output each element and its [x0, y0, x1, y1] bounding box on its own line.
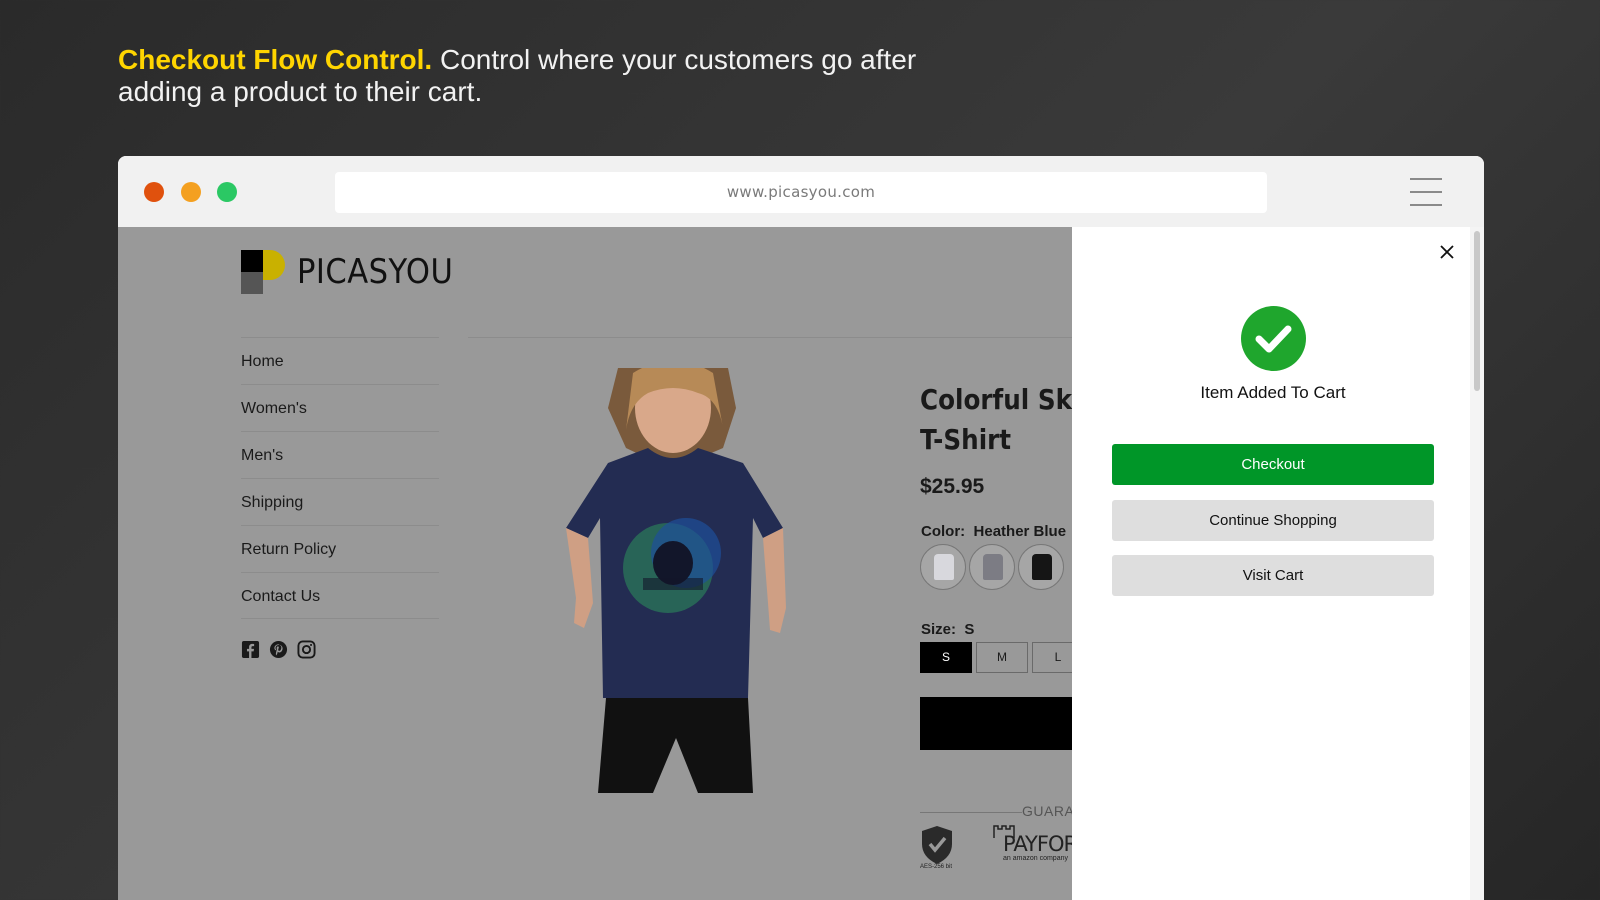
store-page: PICASYOU Home Women's Men's Shipping Ret… — [118, 227, 1072, 900]
close-icon[interactable] — [1437, 242, 1457, 262]
size-label-text: Size: — [921, 621, 957, 638]
nav-item-mens[interactable]: Men's — [241, 431, 439, 478]
add-to-cart-button[interactable] — [920, 697, 1072, 750]
hamburger-menu-icon[interactable] — [1410, 178, 1442, 208]
pinterest-icon[interactable] — [269, 640, 288, 659]
color-swatch-1[interactable] — [920, 544, 966, 590]
size-option-l[interactable]: L — [1032, 642, 1072, 673]
guarantee-text: GUARA — [1022, 803, 1072, 819]
cart-drawer: Item Added To Cart Checkout Continue Sho… — [1072, 227, 1484, 900]
continue-shopping-button[interactable]: Continue Shopping — [1112, 500, 1434, 541]
color-label-text: Color: — [921, 523, 966, 540]
facebook-icon[interactable] — [241, 640, 260, 659]
url-bar[interactable]: www.picasyou.com — [335, 172, 1267, 213]
payfort-logo: PAYFORT an amazon company — [993, 824, 1072, 866]
instagram-icon[interactable] — [297, 640, 316, 659]
content-divider — [468, 337, 1072, 338]
success-check-icon — [1241, 306, 1306, 371]
logo-mark-icon — [241, 250, 285, 294]
close-dot[interactable] — [144, 182, 164, 202]
scrollbar-thumb[interactable] — [1474, 231, 1480, 391]
size-options: S M L — [920, 642, 1072, 673]
color-value: Heather Blue — [973, 523, 1067, 540]
maximize-dot[interactable] — [217, 182, 237, 202]
color-label: Color: Heather Blue — [921, 523, 1066, 540]
headline-accent: Checkout Flow Control. — [118, 44, 433, 75]
payfort-name: PAYFORT — [1003, 832, 1072, 856]
headline: Checkout Flow Control. Control where you… — [118, 44, 938, 108]
size-label: Size: S — [921, 621, 974, 638]
badge-caption: AES-256 bit — [920, 864, 953, 870]
nav-item-womens[interactable]: Women's — [241, 384, 439, 431]
color-swatch-2[interactable] — [969, 544, 1015, 590]
checkout-button[interactable]: Checkout — [1112, 444, 1434, 485]
scrollbar[interactable] — [1470, 227, 1484, 900]
product-title: Colorful Skul T-Shirt — [920, 380, 1072, 460]
size-option-s[interactable]: S — [920, 642, 972, 673]
payfort-subtitle: an amazon company — [1003, 855, 1068, 862]
social-links — [241, 640, 316, 659]
visit-cart-button[interactable]: Visit Cart — [1112, 555, 1434, 596]
store-nav: Home Women's Men's Shipping Return Polic… — [241, 337, 439, 619]
color-swatches — [920, 544, 1064, 590]
browser-chrome: www.picasyou.com — [118, 156, 1484, 227]
nav-item-home[interactable]: Home — [241, 337, 439, 384]
nav-item-contact-us[interactable]: Contact Us — [241, 572, 439, 619]
item-added-message: Item Added To Cart — [1200, 383, 1346, 402]
browser-window: www.picasyou.com PICASYOU Home Women's M… — [118, 156, 1484, 900]
logo-text: PICASYOU — [297, 252, 454, 292]
nav-item-shipping[interactable]: Shipping — [241, 478, 439, 525]
product-title-line1: Colorful Skul — [920, 383, 1072, 416]
size-option-m[interactable]: M — [976, 642, 1028, 673]
shield-check-icon — [922, 826, 952, 864]
nav-item-return-policy[interactable]: Return Policy — [241, 525, 439, 572]
product-image[interactable] — [548, 368, 798, 793]
minimize-dot[interactable] — [181, 182, 201, 202]
guarantee-divider — [920, 812, 1022, 813]
product-title-line2: T-Shirt — [920, 423, 1012, 456]
product-price: $25.95 — [920, 475, 985, 498]
color-swatch-3[interactable] — [1018, 544, 1064, 590]
size-value: S — [964, 621, 975, 638]
store-logo[interactable]: PICASYOU — [241, 250, 461, 294]
